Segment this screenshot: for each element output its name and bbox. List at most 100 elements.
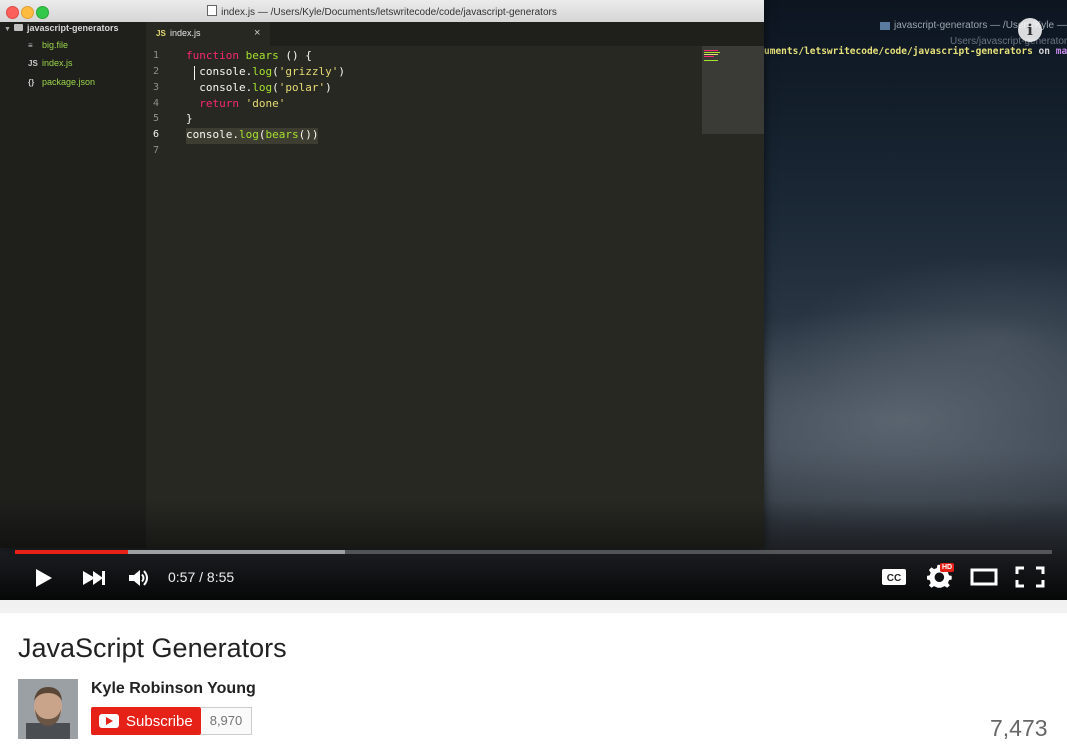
tree-item-big-file[interactable]: ≡ big.file xyxy=(28,40,68,56)
volume-button[interactable] xyxy=(126,566,152,590)
keyword-token: return xyxy=(199,97,239,110)
tree-item-label: package.json xyxy=(42,77,96,87)
tab-index-js[interactable]: JS index.js × xyxy=(146,22,270,46)
terminal-window: javascript-generators — /Users/Kyle — Us… xyxy=(764,8,1067,548)
string-token: 'grizzly' xyxy=(278,65,339,78)
tree-item-label: big.file xyxy=(42,40,69,50)
tree-folder-javascript-generators[interactable]: ▼ javascript-generators xyxy=(4,23,119,39)
code-token: console. xyxy=(199,81,253,94)
separator xyxy=(0,600,1067,613)
skip-next-icon xyxy=(83,571,103,585)
code-line-2: console.log('grizzly') xyxy=(186,65,345,81)
tab-label: index.js xyxy=(170,28,201,38)
code-token: () { xyxy=(278,49,312,62)
next-video-button[interactable] xyxy=(80,567,108,589)
fullscreen-button[interactable] xyxy=(1015,566,1045,588)
progress-bar[interactable] xyxy=(15,550,1052,554)
code-token: ) xyxy=(338,65,345,78)
minimap-line xyxy=(704,52,720,53)
code-token: ( xyxy=(272,81,279,94)
text-cursor xyxy=(194,66,195,80)
video-title: JavaScript Generators xyxy=(18,633,287,663)
video-player[interactable]: javascript-generators — /Users/Kyle — Us… xyxy=(0,0,1067,600)
window-title-text: index.js — /Users/Kyle/Documents/letswri… xyxy=(221,7,557,18)
fullscreen-icon xyxy=(1015,566,1045,588)
function-name-token: log xyxy=(238,128,259,141)
youtube-logo-icon xyxy=(99,714,119,728)
text-file-icon: ≡ xyxy=(28,41,33,50)
time-display: 0:57 / 8:55 xyxy=(168,569,235,585)
skip-next-bar xyxy=(102,571,105,585)
code-token: ()) xyxy=(298,128,319,141)
file-tree-sidebar: ▼ javascript-generators ≡ big.file JS index… xyxy=(0,22,146,548)
subscribe-button[interactable]: Subscribe xyxy=(91,707,201,735)
captions-button[interactable]: CC xyxy=(882,569,906,585)
function-name-token: bears xyxy=(245,49,279,62)
prompt-path: uments/letswritecode/code/javascript-gen… xyxy=(764,46,1033,57)
code-token: ) xyxy=(325,81,332,94)
code-line-3: console.log('polar') xyxy=(186,81,332,97)
string-token: 'done' xyxy=(245,97,286,110)
json-file-icon: {} xyxy=(28,78,35,87)
line-number: 7 xyxy=(153,145,160,156)
close-icon[interactable]: × xyxy=(254,27,260,39)
string-token: 'polar' xyxy=(278,81,326,94)
folder-icon xyxy=(14,24,23,31)
code-token: } xyxy=(186,112,193,125)
code-token: ( xyxy=(272,65,279,78)
editor-tab-bar: JS index.js × xyxy=(146,22,764,46)
prompt-branch: master* xyxy=(1055,46,1067,57)
minimap-line xyxy=(704,60,718,61)
tree-folder-label: javascript-generators xyxy=(27,23,119,33)
code-token: console. xyxy=(186,128,239,141)
editor-titlebar: index.js — /Users/Kyle/Documents/letswri… xyxy=(0,0,764,23)
line-number: 4 xyxy=(153,98,160,109)
view-count: 7,473 xyxy=(990,715,1048,741)
window-title: index.js — /Users/Kyle/Documents/letswri… xyxy=(0,5,764,18)
minimap[interactable] xyxy=(702,46,764,134)
line-number: 5 xyxy=(153,113,160,124)
js-file-icon: JS xyxy=(28,59,38,68)
subscribe-label: Subscribe xyxy=(126,713,193,730)
function-name-token: log xyxy=(252,81,273,94)
tree-item-package-json[interactable]: {} package.json xyxy=(28,77,95,93)
function-name-token: log xyxy=(252,65,273,78)
speaker-icon xyxy=(129,570,140,586)
theater-icon xyxy=(970,568,998,586)
code-area[interactable]: function bears () { console.log('grizzly… xyxy=(186,46,702,548)
code-token: console. xyxy=(199,65,253,78)
keyword-token: function xyxy=(186,49,239,62)
play-button[interactable] xyxy=(30,566,56,590)
function-name-token: bears xyxy=(265,128,299,141)
play-icon xyxy=(36,569,52,587)
code-line-5: } xyxy=(186,112,193,128)
document-icon xyxy=(207,5,218,16)
line-number-gutter: 1 2 3 4 5 6 7 xyxy=(146,46,186,548)
minimap-line xyxy=(704,50,718,51)
line-number-active: 6 xyxy=(153,129,160,140)
line-number: 3 xyxy=(153,82,160,93)
folder-icon xyxy=(880,22,890,30)
subscriber-count: 8,970 xyxy=(201,707,252,735)
tree-item-index-js[interactable]: JS index.js xyxy=(28,58,73,74)
youtube-watch-page: javascript-generators — /Users/Kyle — Us… xyxy=(0,0,1067,750)
prompt-on: on xyxy=(1032,46,1056,57)
channel-avatar[interactable] xyxy=(18,679,78,739)
chevron-down-icon: ▼ xyxy=(4,26,11,33)
code-line-6: console.log(bears()) xyxy=(186,128,318,144)
minimap-line xyxy=(704,56,714,57)
line-number: 1 xyxy=(153,50,160,61)
hd-badge: HD xyxy=(940,563,955,572)
sound-wave-small xyxy=(141,573,145,583)
tree-item-label: index.js xyxy=(42,58,73,68)
captions-label: CC xyxy=(887,573,901,584)
info-card-button[interactable]: i xyxy=(1018,18,1042,42)
js-file-icon: JS xyxy=(156,29,166,38)
theater-mode-button[interactable] xyxy=(970,566,998,588)
minimap-line xyxy=(704,54,718,55)
code-editor-window: index.js — /Users/Kyle/Documents/letswri… xyxy=(0,0,764,548)
progress-played xyxy=(15,550,128,554)
code-line-1: function bears () { xyxy=(186,49,312,65)
code-line-4: return 'done' xyxy=(186,97,285,113)
channel-name[interactable]: Kyle Robinson Young xyxy=(91,680,256,698)
